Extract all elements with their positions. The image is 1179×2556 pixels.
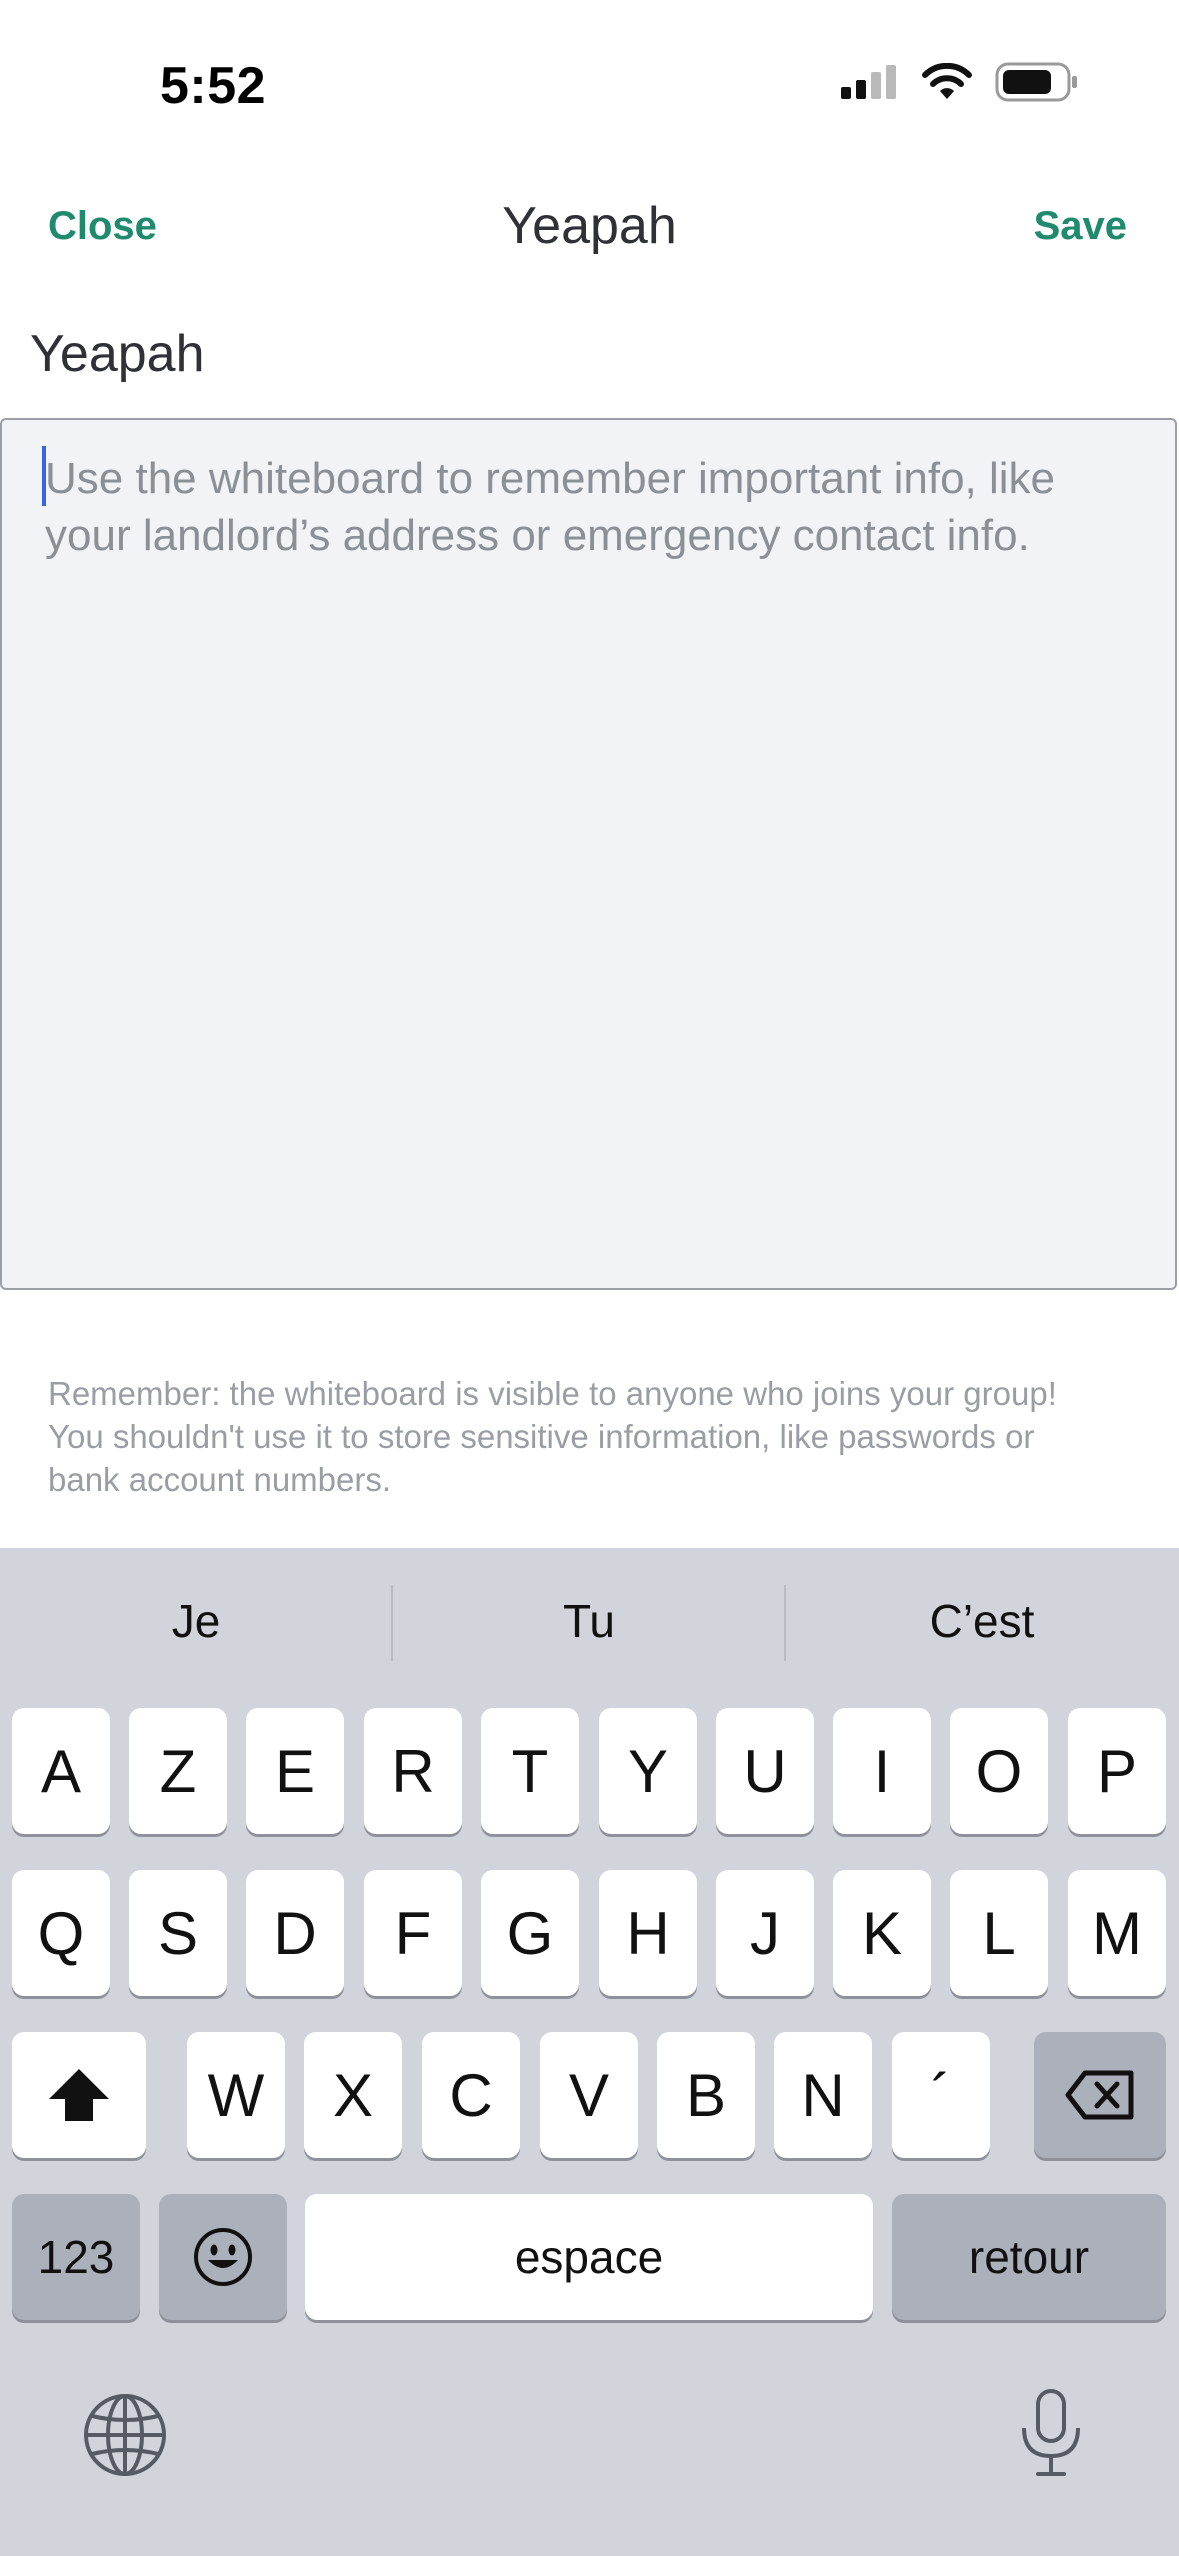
emoji-key[interactable]: [159, 2194, 287, 2320]
key-o[interactable]: O: [950, 1708, 1048, 1834]
key-r[interactable]: R: [364, 1708, 462, 1834]
suggestion-3[interactable]: C’est: [786, 1594, 1178, 1648]
backspace-icon: [1065, 2070, 1134, 2120]
privacy-warning: Remember: the whiteboard is visible to a…: [48, 1375, 1057, 1498]
key-u[interactable]: U: [716, 1708, 814, 1834]
suggestion-1[interactable]: Je: [0, 1594, 392, 1648]
signal-icon: [841, 65, 896, 99]
key-k[interactable]: K: [833, 1870, 931, 1996]
key-z[interactable]: Z: [129, 1708, 227, 1834]
key-t[interactable]: T: [481, 1708, 579, 1834]
key-m[interactable]: M: [1068, 1870, 1166, 1996]
key-e[interactable]: E: [246, 1708, 344, 1834]
status-time: 5:52: [160, 57, 267, 115]
numbers-key[interactable]: 123: [12, 2194, 140, 2320]
suggestion-2[interactable]: Tu: [393, 1594, 785, 1648]
key-s[interactable]: S: [129, 1870, 227, 1996]
key-w[interactable]: W: [187, 2032, 285, 2158]
shift-key[interactable]: [12, 2032, 146, 2158]
key-l[interactable]: L: [950, 1870, 1048, 1996]
space-key[interactable]: espace: [305, 2194, 873, 2320]
microphone-icon[interactable]: [1016, 2388, 1086, 2478]
key-d[interactable]: D: [246, 1870, 344, 1996]
status-icons: [841, 62, 1079, 102]
key-j[interactable]: J: [716, 1870, 814, 1996]
page-title: Yeapah: [502, 197, 677, 255]
shift-icon: [49, 2069, 109, 2121]
key-q[interactable]: Q: [12, 1870, 110, 1996]
key-a[interactable]: A: [12, 1708, 110, 1834]
backspace-key[interactable]: [1034, 2032, 1166, 2158]
key-g[interactable]: G: [481, 1870, 579, 1996]
whiteboard-placeholder: Use the whiteboard to remember important…: [45, 454, 1056, 560]
key-b[interactable]: B: [657, 2032, 755, 2158]
emoji-icon: [194, 2228, 252, 2286]
globe-icon[interactable]: [82, 2392, 168, 2478]
key-f[interactable]: F: [364, 1870, 462, 1996]
key-c[interactable]: C: [422, 2032, 520, 2158]
battery-icon: [995, 62, 1077, 102]
key-y[interactable]: Y: [599, 1708, 697, 1834]
key-x[interactable]: X: [304, 2032, 402, 2158]
return-key[interactable]: retour: [892, 2194, 1166, 2320]
key-i[interactable]: I: [833, 1708, 931, 1834]
key-p[interactable]: P: [1068, 1708, 1166, 1834]
save-button[interactable]: Save: [1034, 204, 1127, 249]
wifi-icon: [922, 63, 972, 99]
whiteboard-group-name: Yeapah: [30, 325, 205, 383]
key-acute-accent[interactable]: ´: [892, 2032, 990, 2158]
key-v[interactable]: V: [540, 2032, 638, 2158]
key-n[interactable]: N: [774, 2032, 872, 2158]
key-h[interactable]: H: [599, 1870, 697, 1996]
